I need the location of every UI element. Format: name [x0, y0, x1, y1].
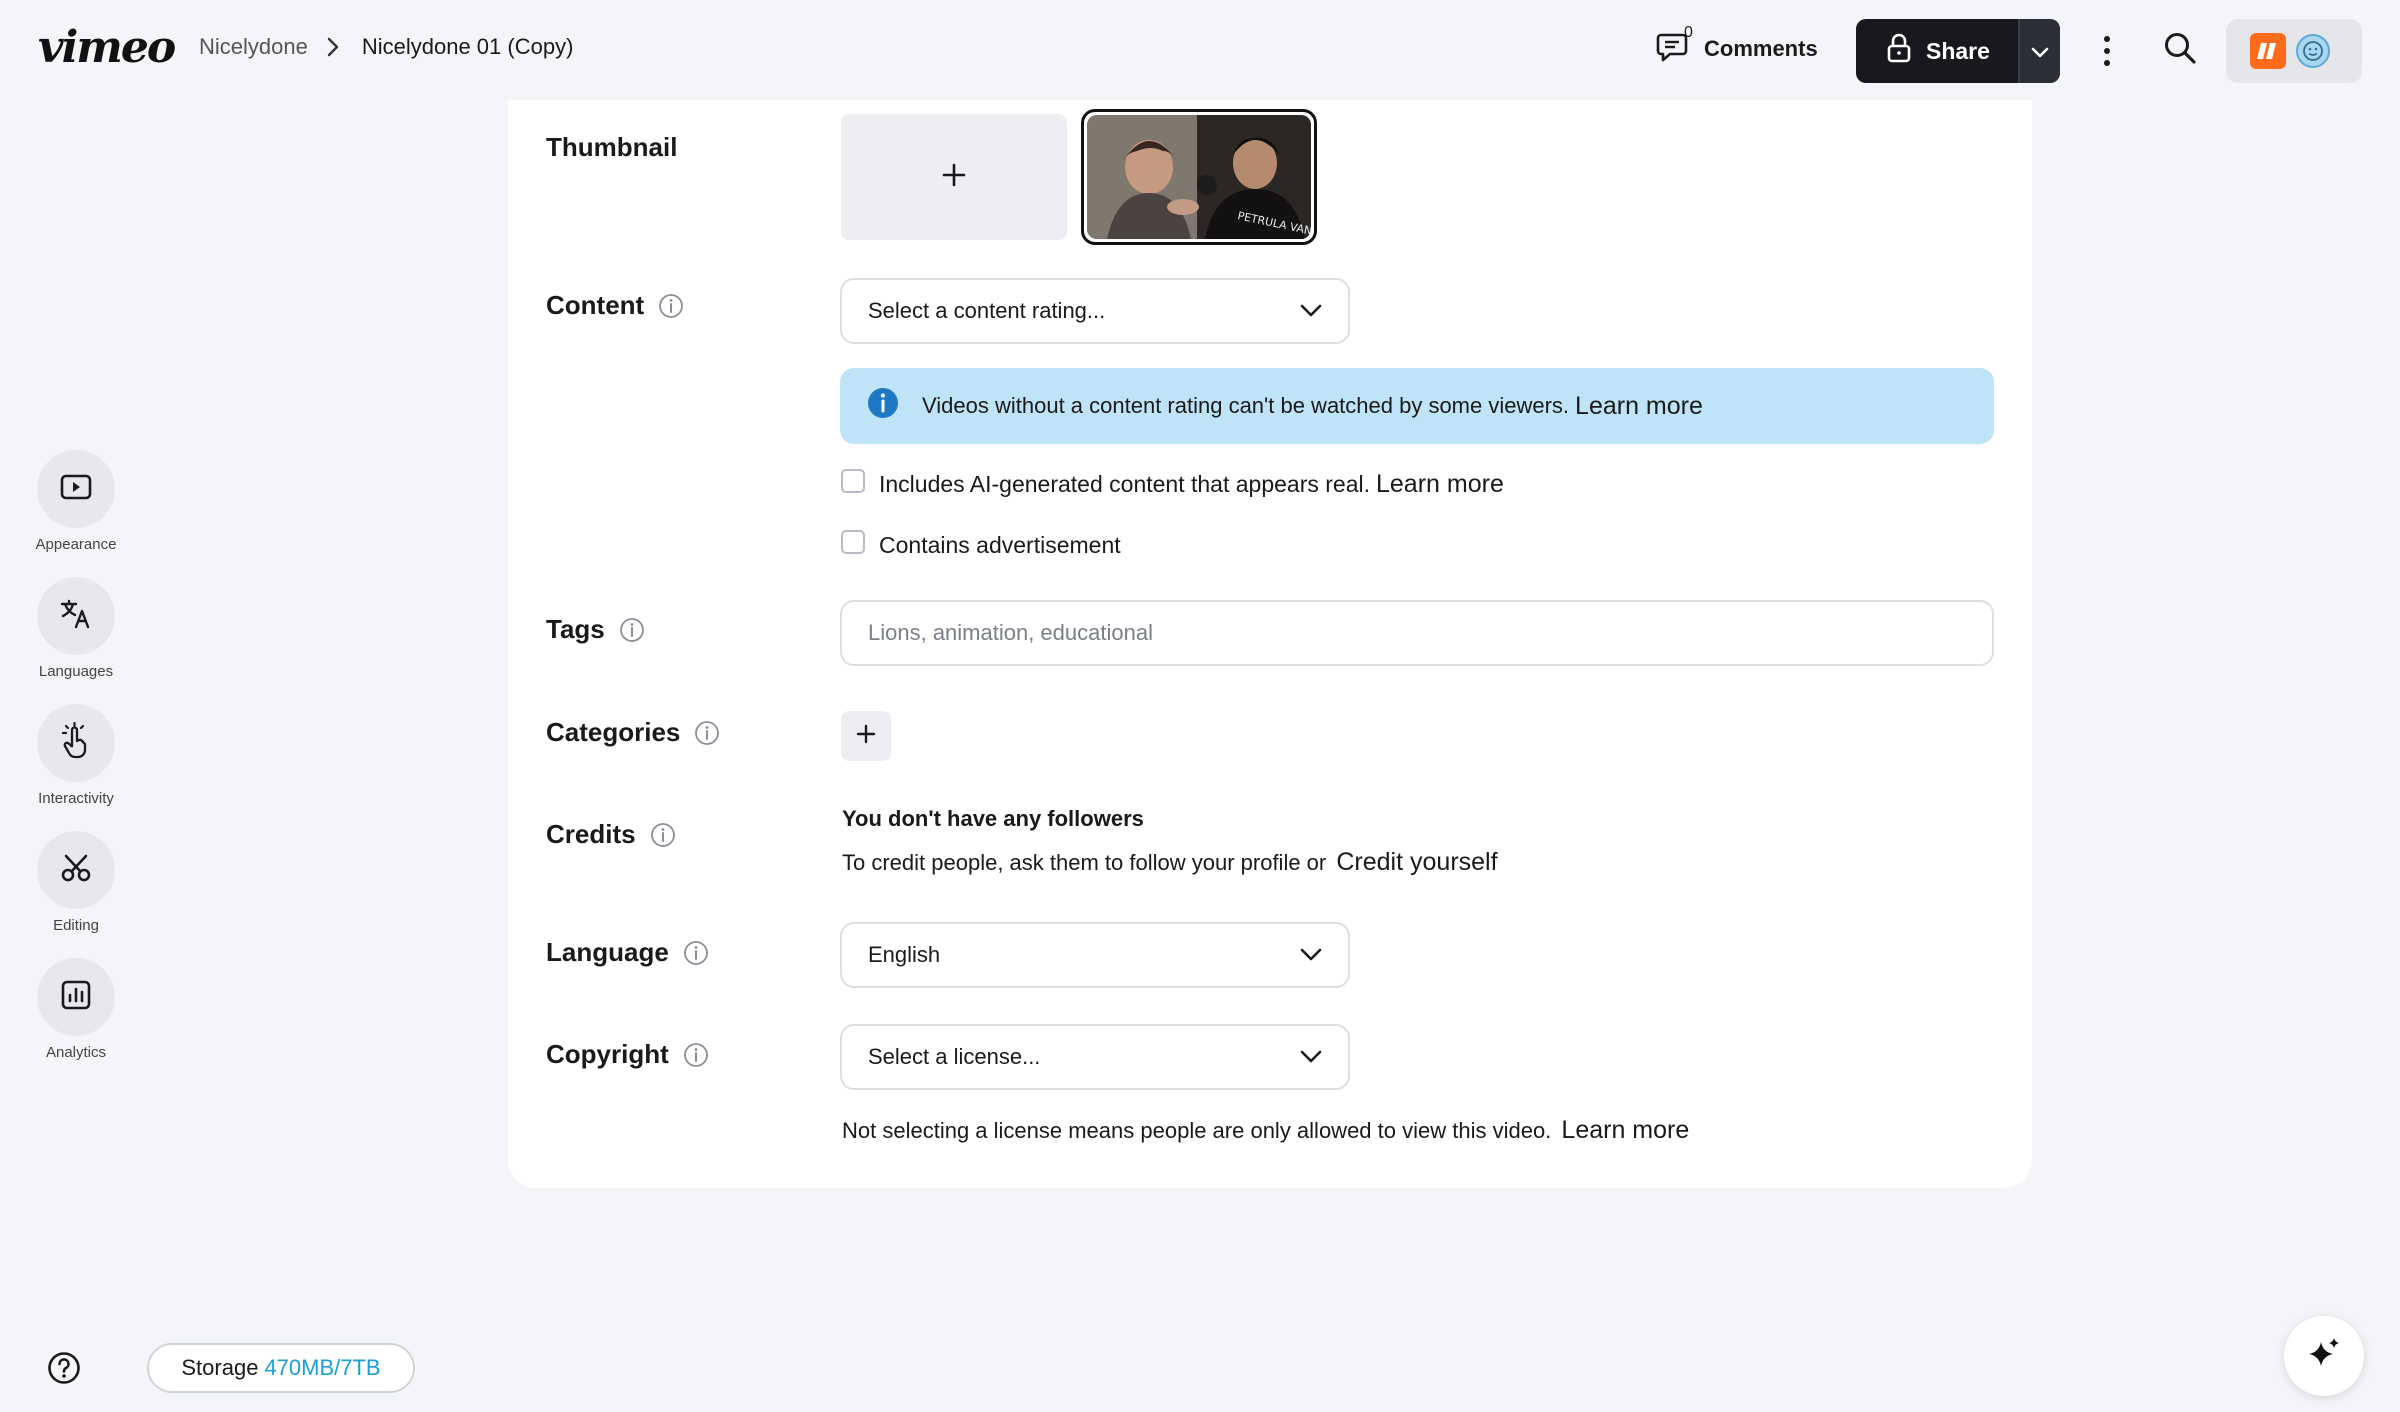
language-value: English: [868, 942, 941, 967]
bar-chart-icon: [60, 979, 92, 1016]
selected-thumbnail[interactable]: PETRULA VAN: [1081, 109, 1317, 245]
account-switcher[interactable]: [2226, 19, 2362, 83]
content-label: Content: [546, 290, 684, 321]
sidebar-item-interactivity[interactable]: Interactivity: [0, 704, 152, 807]
more-options-icon[interactable]: [2092, 28, 2122, 74]
chevron-down-icon: [2031, 38, 2049, 65]
advertisement-checkbox[interactable]: [841, 529, 865, 554]
categories-label: Categories: [546, 717, 720, 748]
comments-count: 0: [1684, 24, 1693, 41]
search-icon[interactable]: [2162, 30, 2198, 71]
credits-help: To credit people, ask them to follow you…: [842, 848, 1498, 877]
team-logo-icon: [2250, 33, 2286, 69]
lock-icon: [1886, 33, 1912, 69]
add-thumbnail-button[interactable]: [841, 114, 1067, 240]
help-icon[interactable]: [47, 1351, 81, 1390]
info-icon[interactable]: [683, 1042, 709, 1068]
plus-icon: [941, 162, 967, 193]
info-icon[interactable]: [658, 293, 684, 319]
plus-icon: [855, 723, 877, 750]
info-icon[interactable]: [683, 940, 709, 966]
sidebar-item-label: Interactivity: [38, 790, 114, 807]
license-select[interactable]: Select a license...: [840, 1024, 1350, 1090]
scissors-icon: [59, 851, 93, 890]
storage-label: Storage: [181, 1355, 259, 1380]
share-label: Share: [1926, 37, 1990, 64]
ai-content-checkbox[interactable]: [841, 468, 865, 493]
info-icon[interactable]: [694, 720, 720, 746]
sidebar-item-label: Analytics: [45, 1044, 107, 1061]
translate-icon: [59, 597, 93, 636]
comments-button[interactable]: 0 Comments: [1656, 24, 1818, 70]
video-details-panel: Thumbnail PETRULA VAN Content Select a c…: [508, 100, 2032, 1188]
credits-label: Credits: [546, 819, 676, 850]
pointer-click-icon: [59, 721, 93, 765]
comments-label: Comments: [1704, 36, 1818, 61]
license-note-text: Not selecting a license means people are…: [842, 1118, 1552, 1143]
breadcrumb-folder[interactable]: Nicelydone: [199, 34, 308, 60]
credits-help-text: To credit people, ask them to follow you…: [842, 850, 1327, 875]
breadcrumb: Nicelydone Nicelydone 01 (Copy): [199, 34, 573, 60]
tags-input[interactable]: [840, 600, 1994, 666]
info-filled-icon: [866, 386, 900, 426]
thumbnail-label: Thumbnail: [546, 132, 678, 162]
language-label: Language: [546, 937, 709, 968]
content-rating-value: Select a content rating...: [868, 298, 1106, 323]
advertisement-checkbox-row[interactable]: Contains advertisement: [841, 529, 1121, 559]
ai-assistant-button[interactable]: [2284, 1316, 2364, 1396]
share-options-dropdown[interactable]: [2018, 19, 2060, 83]
language-select[interactable]: English: [840, 922, 1350, 988]
user-avatar-icon: [2296, 34, 2330, 68]
chevron-right-icon: [326, 36, 340, 58]
share-button[interactable]: Share: [1856, 19, 2018, 83]
top-bar: vimeo Nicelydone Nicelydone 01 (Copy) 0 …: [0, 0, 2400, 100]
storage-value: 470MB/7TB: [264, 1355, 381, 1380]
share-button-group: Share: [1856, 19, 2060, 83]
sidebar-item-label: Appearance: [35, 536, 117, 553]
credit-yourself-link[interactable]: Credit yourself: [1336, 848, 1497, 876]
chevron-down-icon: [1300, 298, 1322, 324]
license-note: Not selecting a license means people are…: [842, 1116, 1689, 1145]
chevron-down-icon: [1300, 1044, 1322, 1070]
content-rating-select[interactable]: Select a content rating...: [840, 278, 1350, 344]
sparkle-icon: [2306, 1336, 2342, 1377]
tags-label: Tags: [546, 614, 645, 645]
content-rating-notice: Videos without a content rating can't be…: [840, 368, 1994, 444]
storage-indicator[interactable]: Storage 470MB/7TB: [147, 1343, 415, 1393]
info-icon[interactable]: [619, 617, 645, 643]
license-value: Select a license...: [868, 1044, 1041, 1069]
ai-content-text: Includes AI-generated content that appea…: [879, 471, 1370, 497]
thumbnail-image: PETRULA VAN: [1087, 115, 1311, 239]
info-icon[interactable]: [650, 822, 676, 848]
advertisement-text: Contains advertisement: [879, 532, 1121, 558]
license-learn-more-link[interactable]: Learn more: [1561, 1116, 1689, 1144]
sidebar-item-languages[interactable]: Languages: [0, 577, 152, 680]
credits-empty-title: You don't have any followers: [842, 806, 1144, 831]
notice-text: Videos without a content rating can't be…: [922, 393, 1570, 418]
breadcrumb-video: Nicelydone 01 (Copy): [361, 34, 574, 59]
chevron-down-icon: [1300, 942, 1322, 968]
copyright-label: Copyright: [546, 1039, 709, 1070]
sidebar-item-label: Languages: [38, 663, 114, 680]
sidebar-item-label: Editing: [53, 917, 99, 934]
ai-content-checkbox-row[interactable]: Includes AI-generated content that appea…: [841, 468, 1504, 499]
ai-learn-more-link[interactable]: Learn more: [1376, 470, 1504, 499]
add-category-button[interactable]: [841, 711, 891, 761]
sidebar-item-appearance[interactable]: Appearance: [0, 450, 152, 553]
vimeo-logo[interactable]: vimeo: [38, 22, 176, 73]
sidebar-item-editing[interactable]: Editing: [0, 831, 152, 934]
play-square-icon: [59, 472, 93, 507]
sidebar-item-analytics[interactable]: Analytics: [0, 958, 152, 1061]
notice-learn-more-link[interactable]: Learn more: [1575, 392, 1703, 421]
